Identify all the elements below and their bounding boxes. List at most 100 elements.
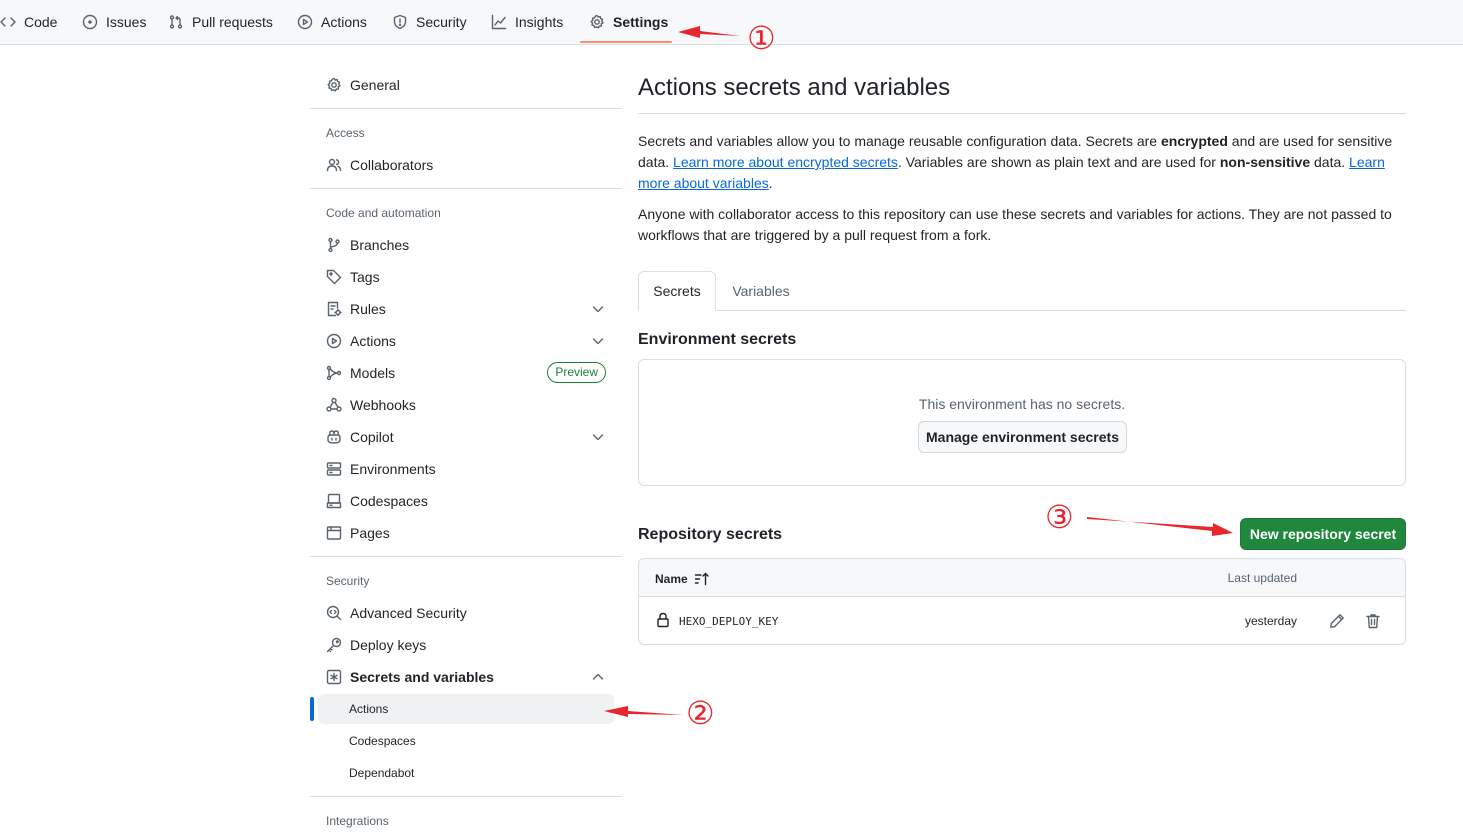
table-header: Name Last updated — [639, 559, 1405, 597]
tab-variables[interactable]: Variables — [720, 271, 802, 311]
sidebar-item-label: General — [350, 77, 400, 93]
sidebar-item-secrets-and-variables[interactable]: Secrets and variables — [318, 662, 614, 692]
intro-text: . — [768, 175, 773, 191]
sidebar-item-label: Secrets and variables — [350, 669, 494, 685]
nav-tab-issues[interactable]: Issues — [82, 0, 146, 44]
learn-more-secrets-link[interactable]: Learn more about encrypted secrets — [673, 154, 898, 170]
sidebar-item-label: Pages — [350, 525, 390, 541]
asterisk-box-icon — [326, 669, 342, 685]
nav-tab-label: Pull requests — [192, 14, 273, 30]
table-row: HEXO_DEPLOY_KEY yesterday — [639, 597, 1405, 644]
nav-tab-settings[interactable]: Settings — [589, 0, 668, 44]
sidebar-heading-access: Access — [326, 126, 365, 140]
environment-secrets-box: This environment has no secrets. Manage … — [638, 359, 1406, 486]
gear-icon — [590, 14, 604, 29]
sidebar-item-copilot[interactable]: Copilot — [318, 422, 614, 452]
notice-paragraph: Anyone with collaborator access to this … — [638, 206, 1392, 243]
sidebar-item-actions[interactable]: Actions — [318, 326, 614, 356]
sidebar-item-rules[interactable]: Rules — [318, 294, 614, 324]
sidebar-item-label: Models — [350, 365, 396, 381]
nav-tab-security[interactable]: Security — [392, 0, 467, 44]
secret-name: HEXO_DEPLOY_KEY — [679, 615, 779, 628]
sidebar-item-advanced-security[interactable]: Advanced Security — [318, 598, 614, 628]
key-icon — [326, 637, 342, 653]
secret-last-updated: yesterday — [1244, 614, 1297, 628]
chevron-down-icon — [592, 434, 604, 441]
sidebar-item-label: Collaborators — [350, 157, 434, 173]
copilot-icon — [327, 430, 341, 444]
intro-text: data. — [1310, 154, 1350, 170]
tag-icon — [326, 269, 342, 285]
sidebar-item-codespaces[interactable]: Codespaces — [318, 486, 614, 516]
repo-nav: Code Issues Pull requests Actions Securi… — [0, 0, 1463, 45]
chevron-up-icon — [592, 673, 604, 680]
sidebar-heading-integrations: Integrations — [326, 814, 389, 828]
sidebar-item-label: Branches — [350, 237, 410, 253]
sidebar-item-label: Copilot — [350, 429, 394, 445]
sidebar-item-label: Actions — [350, 333, 396, 349]
sidebar-item-models[interactable]: Models Preview — [318, 358, 614, 388]
sidebar-item-label: Advanced Security — [350, 605, 467, 621]
sidebar-item-label: Tags — [350, 269, 380, 285]
sidebar-item-environments[interactable]: Environments — [318, 454, 614, 484]
sidebar-item-collaborators[interactable]: Collaborators — [318, 150, 614, 180]
codescan-icon — [326, 605, 342, 621]
sidebar-divider — [310, 796, 622, 797]
repo-rules-icon — [327, 301, 342, 317]
nav-tab-label: Settings — [613, 14, 669, 30]
nav-tab-label: Code — [24, 14, 58, 30]
webhook-icon — [326, 397, 342, 412]
tab-secrets[interactable]: Secrets — [638, 271, 716, 311]
sidebar-item-pages[interactable]: Pages — [318, 518, 614, 548]
delete-secret-button[interactable] — [1363, 611, 1383, 631]
sidebar-item-label: Codespaces — [350, 493, 428, 509]
environment-empty-text: This environment has no secrets. — [918, 396, 1126, 412]
sidebar-item-branches[interactable]: Branches — [318, 230, 614, 260]
sidebar-divider — [310, 188, 622, 189]
sidebar-item-deploy-keys[interactable]: Deploy keys — [318, 630, 614, 660]
nav-tab-label: Security — [416, 14, 467, 30]
annotation-arrow-3 — [1087, 517, 1233, 536]
sidebar-subitem-codespaces[interactable]: Codespaces — [318, 726, 614, 756]
page-title: Actions secrets and variables — [638, 74, 951, 101]
sidebar-item-tags[interactable]: Tags — [318, 262, 614, 292]
nav-tab-label: Insights — [515, 14, 564, 30]
code-icon — [0, 17, 16, 27]
codespaces-icon — [326, 493, 342, 509]
edit-secret-button[interactable] — [1327, 611, 1347, 631]
repository-secrets-table: Name Last updated HEXO_DEPLOY_KEY yester… — [638, 558, 1406, 645]
preview-badge: Preview — [547, 362, 606, 383]
nav-tab-label: Issues — [106, 14, 147, 30]
sidebar-divider — [310, 556, 622, 557]
sidebar-heading-code-automation: Code and automation — [326, 206, 441, 220]
nav-tab-insights[interactable]: Insights — [491, 0, 563, 44]
nav-tab-code[interactable]: Code — [0, 0, 57, 44]
manage-environment-secrets-button[interactable]: Manage environment secrets — [918, 421, 1127, 453]
title-divider — [638, 113, 1406, 114]
last-updated-column-header: Last updated — [1227, 571, 1297, 585]
name-column-header[interactable]: Name — [655, 571, 710, 587]
sidebar-subitem-actions[interactable]: Actions — [318, 694, 614, 724]
play-icon — [326, 333, 342, 349]
intro-bold-encrypted: encrypted — [1160, 133, 1228, 149]
intro-paragraph: Secrets and variables allow you to manag… — [638, 131, 1408, 194]
annotation-step-3: ③ — [1045, 498, 1074, 536]
browser-icon — [326, 526, 342, 540]
new-repository-secret-button[interactable]: New repository secret — [1240, 518, 1406, 550]
sidebar-item-label: Deploy keys — [350, 637, 427, 653]
sidebar-item-webhooks[interactable]: Webhooks — [318, 390, 614, 420]
gear-icon — [327, 77, 341, 92]
chevron-down-icon — [592, 306, 604, 313]
play-icon — [297, 14, 313, 30]
pull-request-icon — [169, 15, 183, 29]
nav-tab-actions[interactable]: Actions — [297, 0, 367, 44]
issue-icon — [82, 14, 98, 30]
sidebar-subitem-dependabot[interactable]: Dependabot — [318, 758, 614, 788]
column-label: Name — [655, 572, 688, 586]
nav-tab-pull-requests[interactable]: Pull requests — [168, 0, 273, 44]
chevron-down-icon — [592, 338, 604, 345]
sidebar-item-label: Webhooks — [350, 397, 416, 413]
intro-text: Secrets and variables allow you to manag… — [638, 133, 1161, 149]
lock-icon — [657, 612, 669, 628]
sidebar-item-general[interactable]: General — [318, 70, 614, 100]
